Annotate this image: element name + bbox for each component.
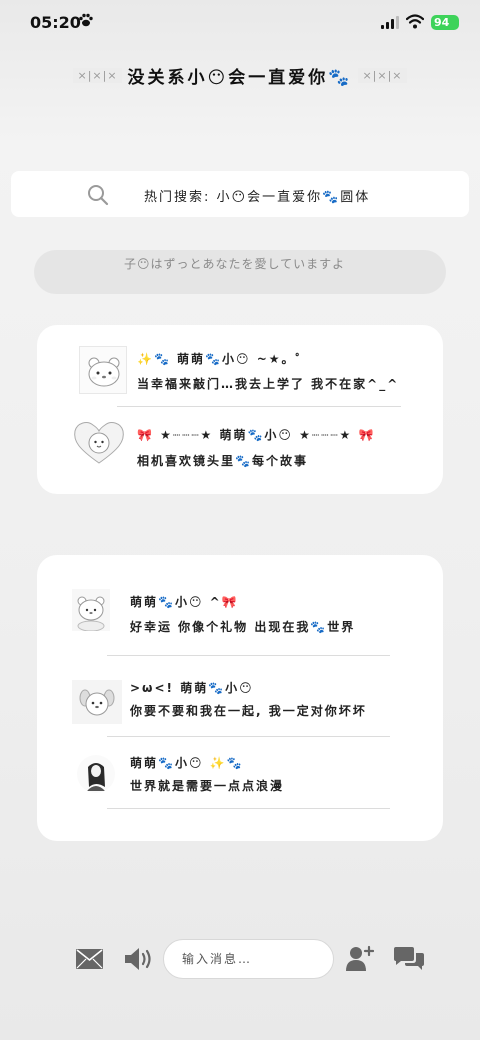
chat-name: 🎀 ★┈┈┈★ 萌萌🐾小😶 ★┈┈┈★ 🎀 xyxy=(137,428,376,442)
search-icon[interactable] xyxy=(87,184,109,206)
chat-card-2: 萌萌🐾小😶 ^🎀 好幸运 你像个礼物 出现在我🐾世界 >ω<! 萌萌🐾小😶 你要… xyxy=(37,555,443,841)
chat-item[interactable]: 🎀 ★┈┈┈★ 萌萌🐾小😶 ★┈┈┈★ 🎀 相机喜欢镜头里🐾每个故事 xyxy=(37,409,443,491)
chat-message: 当幸福来敲门…我去上学了 我不在家^_^ xyxy=(137,377,400,391)
dog-avatar-icon xyxy=(74,682,120,722)
chat-message: 世界就是需要一点点浪漫 xyxy=(130,779,285,793)
search-bar[interactable]: 热门搜索: 小😶会一直爱你🐾圆体 xyxy=(11,171,469,217)
avatar[interactable] xyxy=(72,589,110,631)
title-deco-left: ×|×|× xyxy=(73,67,122,83)
header: ×|×|× 没关系小😶会一直爱你🐾 ×|×|× xyxy=(0,62,480,88)
signal-icon xyxy=(381,16,399,29)
status-bar: 05:20 94 xyxy=(0,0,480,46)
chat-bubbles-icon[interactable] xyxy=(393,947,425,971)
heart-avatar-icon xyxy=(74,422,124,464)
avatar[interactable] xyxy=(72,680,122,724)
chat-message: 好幸运 你像个礼物 出现在我🐾世界 xyxy=(130,620,356,634)
quote-text: 子😶はずっとあなたを愛していますよ xyxy=(124,257,346,271)
wifi-icon xyxy=(406,14,424,29)
battery-level: 94 xyxy=(434,16,450,29)
avatar[interactable] xyxy=(71,419,127,465)
add-user-icon[interactable] xyxy=(346,945,374,971)
chat-name: >ω<! 萌萌🐾小😶 xyxy=(130,681,254,695)
page-title: 没关系小😶会一直爱你🐾 xyxy=(127,67,353,88)
search-hot-text[interactable]: 热门搜索: 小😶会一直爱你🐾圆体 xyxy=(144,186,370,205)
chat-item[interactable]: 萌萌🐾小😶 ^🎀 好幸运 你像个礼物 出现在我🐾世界 xyxy=(37,555,443,656)
bear-avatar-icon xyxy=(77,596,105,631)
paw-icon xyxy=(79,13,93,27)
divider xyxy=(117,406,401,407)
chat-name: ✨🐾 萌萌🐾小😶 ~★。゜ xyxy=(137,352,310,366)
chat-item[interactable]: >ω<! 萌萌🐾小😶 你要不要和我在一起, 我一定对你坏坏 xyxy=(37,657,443,737)
avatar[interactable] xyxy=(77,755,115,793)
avatar[interactable] xyxy=(79,346,127,394)
quote-banner: 子😶はずっとあなたを愛していますよ xyxy=(34,250,446,294)
message-input[interactable] xyxy=(163,939,334,979)
chat-card-1: ✨🐾 萌萌🐾小😶 ~★。゜ 当幸福来敲门…我去上学了 我不在家^_^ 🎀 ★┈┈… xyxy=(37,325,443,494)
battery-indicator: 94 xyxy=(431,15,459,30)
bottom-toolbar xyxy=(0,935,480,985)
chat-name: 萌萌🐾小😶 ✨🐾 xyxy=(130,756,244,770)
divider xyxy=(107,736,390,737)
chat-name: 萌萌🐾小😶 ^🎀 xyxy=(130,595,239,609)
mail-icon[interactable] xyxy=(76,949,103,969)
divider xyxy=(107,655,390,656)
speaker-icon[interactable] xyxy=(124,947,154,971)
chat-message: 相机喜欢镜头里🐾每个故事 xyxy=(137,454,308,468)
divider xyxy=(107,808,390,809)
girl-avatar-icon xyxy=(78,756,114,792)
chat-message: 你要不要和我在一起, 我一定对你坏坏 xyxy=(130,704,367,718)
status-time: 05:20 xyxy=(30,13,81,32)
title-deco-right: ×|×|× xyxy=(358,67,407,83)
chat-item[interactable]: ✨🐾 萌萌🐾小😶 ~★。゜ 当幸福来敲门…我去上学了 我不在家^_^ xyxy=(37,325,443,407)
chat-item[interactable]: 萌萌🐾小😶 ✨🐾 世界就是需要一点点浪漫 xyxy=(37,739,443,819)
bear-avatar-icon xyxy=(88,357,120,387)
